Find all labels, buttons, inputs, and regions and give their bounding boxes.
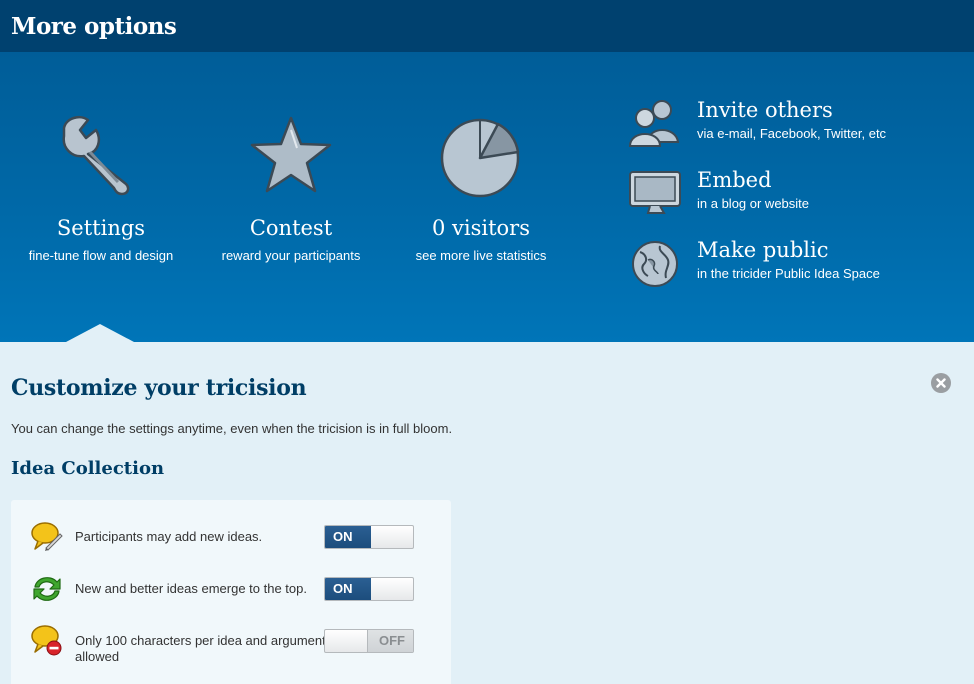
panel-description: You can change the settings anytime, eve… bbox=[11, 421, 453, 436]
side-option-embed-subtitle: in a blog or website bbox=[697, 196, 810, 211]
monitor-icon bbox=[629, 171, 681, 214]
people-icon bbox=[628, 100, 680, 147]
toggle-state-label: OFF bbox=[367, 630, 413, 652]
setting-label: New and better ideas emerge to the top. bbox=[75, 581, 307, 596]
header-bar: More options bbox=[0, 0, 974, 52]
refresh-arrows-icon bbox=[33, 577, 61, 601]
setting-label: Only 100 characters per idea and argumen… bbox=[75, 633, 326, 664]
setting-toggle[interactable]: ON bbox=[324, 525, 414, 549]
option-contest[interactable]: Contest reward your participants bbox=[210, 52, 372, 282]
setting-label: Participants may add new ideas. bbox=[75, 529, 263, 544]
pie-chart-icon bbox=[440, 118, 520, 198]
star-icon bbox=[250, 116, 332, 193]
setting-row: Only 100 characters per idea and argumen… bbox=[11, 624, 451, 668]
side-option-embed-title: Embed bbox=[697, 168, 772, 192]
section-title: Idea Collection bbox=[11, 458, 165, 479]
option-contest-title: Contest bbox=[249, 216, 333, 240]
option-visitors-title: 0 visitors bbox=[431, 216, 530, 240]
options-area: Settings fine-tune flow and design Conte… bbox=[0, 52, 974, 342]
settings-box: Participants may add new ideas. ON New a… bbox=[11, 500, 451, 684]
close-button[interactable] bbox=[931, 373, 951, 393]
header-title: More options bbox=[11, 13, 177, 40]
option-visitors[interactable]: 0 visitors see more live statistics bbox=[400, 52, 562, 282]
setting-toggle[interactable]: OFF bbox=[324, 629, 414, 653]
side-option-embed[interactable]: Embed in a blog or website bbox=[628, 168, 958, 228]
setting-row: Participants may add new ideas. ON bbox=[11, 520, 451, 564]
wrench-icon bbox=[62, 116, 130, 196]
side-option-invite[interactable]: Invite others via e-mail, Facebook, Twit… bbox=[628, 98, 958, 158]
option-contest-subtitle: reward your participants bbox=[221, 248, 361, 263]
side-option-invite-title: Invite others bbox=[697, 98, 833, 122]
idea-bubble-pencil-icon bbox=[31, 522, 63, 551]
side-option-public-subtitle: in the tricider Public Idea Space bbox=[697, 266, 880, 281]
setting-row: New and better ideas emerge to the top. … bbox=[11, 572, 451, 616]
option-settings[interactable]: Settings fine-tune flow and design bbox=[20, 52, 182, 282]
toggle-state-label: ON bbox=[325, 526, 371, 548]
close-icon bbox=[936, 378, 946, 388]
toggle-state-label: ON bbox=[325, 578, 371, 600]
side-option-invite-subtitle: via e-mail, Facebook, Twitter, etc bbox=[697, 126, 887, 141]
selected-option-pointer bbox=[66, 324, 134, 342]
idea-bubble-no-icon bbox=[31, 625, 62, 656]
setting-toggle[interactable]: ON bbox=[324, 577, 414, 601]
option-settings-subtitle: fine-tune flow and design bbox=[28, 248, 174, 263]
side-option-public-title: Make public bbox=[697, 238, 829, 262]
option-visitors-subtitle: see more live statistics bbox=[415, 248, 547, 263]
option-settings-title: Settings bbox=[56, 216, 146, 240]
side-option-public[interactable]: Make public in the tricider Public Idea … bbox=[628, 238, 958, 298]
globe-icon bbox=[632, 241, 678, 287]
panel-title: Customize your tricision bbox=[11, 375, 307, 401]
